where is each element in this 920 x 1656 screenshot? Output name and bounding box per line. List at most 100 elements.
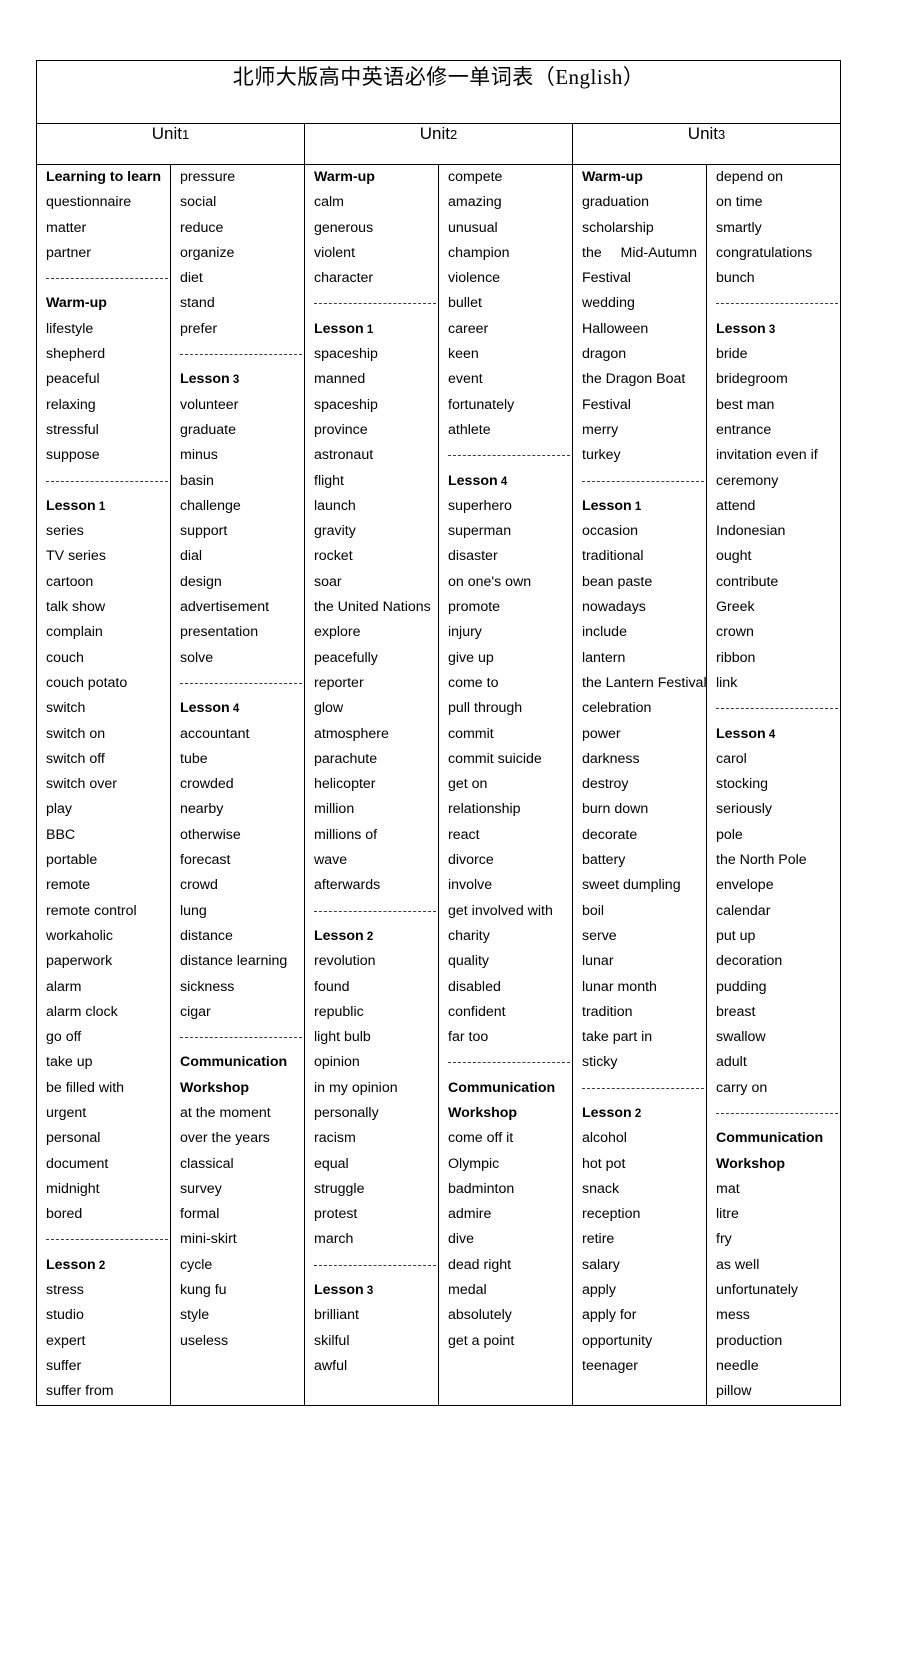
vocabulary-entry: accountant: [180, 725, 250, 742]
vocabulary-entry: volunteer: [180, 396, 239, 413]
section-heading: Warm-up: [314, 169, 375, 185]
vocabulary-entry: pillow: [716, 1383, 752, 1400]
vocabulary-entry: congratulations: [716, 244, 813, 261]
document-page: 北师大版高中英语必修一单词表（English） Unit1 Unit2 Unit…: [0, 0, 920, 1656]
section-heading: Lesson 1: [37, 494, 170, 519]
vocabulary-entry: smartly: [716, 219, 762, 236]
dashed-rule: [46, 278, 168, 280]
vocabulary-entry: skilful: [314, 1332, 350, 1349]
lesson-number: 4: [229, 703, 240, 716]
vocabulary-entry: come off it: [448, 1130, 514, 1147]
section-separator: [37, 469, 170, 494]
document-title: 北师大版高中英语必修一单词表（English）: [35, 60, 842, 124]
vocabulary-entry: superhero: [448, 497, 512, 514]
vocabulary-entry: champion: [448, 244, 510, 261]
vocabulary-entry: scholarship: [582, 219, 654, 236]
word-list: compete amazing unusual champion violence bul…: [439, 165, 572, 1354]
lesson-number: 4: [765, 728, 776, 741]
vocabulary-entry: be filled with: [46, 1079, 125, 1096]
section-separator: [305, 291, 438, 316]
vocabulary-entry: calm: [314, 194, 344, 211]
vocabulary-entry: needle: [716, 1357, 759, 1374]
vocabulary-entry: reporter: [314, 674, 364, 691]
vocabulary-entry: burn down: [582, 801, 649, 818]
vocabulary-entry: light bulb: [314, 1029, 371, 1046]
lesson-label: Lesson: [180, 371, 230, 388]
vocabulary-entry: organize: [180, 244, 235, 261]
vocabulary-entry: carol: [716, 750, 747, 767]
dashed-rule: [582, 1087, 704, 1089]
vocabulary-entry: dead right: [448, 1256, 512, 1273]
vocabulary-entry: cartoon: [46, 573, 94, 590]
section-separator: [707, 696, 840, 721]
section-separator: [37, 266, 170, 291]
vocabulary-entry: kung fu: [180, 1282, 227, 1299]
vocabulary-entry: on one's own: [448, 573, 532, 590]
dashed-rule: [180, 682, 302, 684]
vocabulary-entry: million: [314, 801, 355, 818]
word-list: pressure social reduce organize diet stand pre…: [171, 165, 304, 1354]
vocabulary-entry: launch: [314, 497, 356, 514]
vocabulary-entry: minus: [180, 447, 218, 464]
vocabulary-entry: pull through: [448, 700, 523, 717]
vocabulary-entry: crowd: [180, 877, 218, 894]
vocabulary-entry: spaceship: [314, 396, 378, 413]
vocabulary-entry: charity: [448, 927, 490, 944]
vocabulary-entry: commit: [448, 725, 494, 742]
section-separator: [573, 469, 706, 494]
vocabulary-entry: Halloween: [582, 320, 649, 337]
vocabulary-entry: get involved with: [448, 902, 553, 919]
vocabulary-entry: millions of: [314, 826, 378, 843]
vocabulary-entry: put up: [716, 927, 756, 944]
vocabulary-entry: fry: [716, 1231, 732, 1248]
vocabulary-entry: suffer: [46, 1357, 82, 1374]
vocabulary-entry: injury: [448, 624, 482, 641]
lesson-label: Lesson: [448, 472, 498, 489]
word-list: Warm-up calm generous violent character Lesso…: [305, 165, 438, 1379]
vocabulary-entry: attend: [716, 497, 756, 514]
section-separator: [37, 1227, 170, 1252]
vocabulary-entry: include: [582, 624, 627, 641]
vocabulary-entry: stand: [180, 295, 215, 312]
vocabulary-entry: seriously: [716, 801, 772, 818]
section-separator: [305, 1253, 438, 1278]
vocabulary-entry: on time: [716, 194, 763, 211]
section-heading: Warm-up: [46, 295, 107, 312]
dashed-rule: [314, 303, 436, 305]
section-heading: Learning to learn: [46, 169, 162, 185]
section-separator: [573, 1076, 706, 1101]
vocabulary-entry: decoration: [716, 953, 783, 970]
vocabulary-entry: spaceship: [314, 346, 378, 363]
vocabulary-entry: pudding: [716, 978, 767, 995]
title-row: 北师大版高中英语必修一单词表（English）: [35, 60, 842, 124]
vocabulary-entry: absolutely: [448, 1307, 512, 1324]
vocabulary-entry: celebration: [582, 700, 652, 717]
vocabulary-entry: series: [46, 523, 84, 540]
dashed-rule: [314, 910, 436, 912]
vocab-column-unit3-col2: depend on on time smartly congratulations bu…: [705, 164, 842, 1406]
section-heading: Communication: [448, 1079, 556, 1096]
vocabulary-entry: stressful: [46, 421, 99, 438]
vocabulary-entry: admire: [448, 1206, 492, 1223]
section-heading: Lesson 4: [439, 469, 572, 494]
vocabulary-entry: opinion: [314, 1054, 360, 1071]
vocabulary-entry: get on: [448, 776, 488, 793]
vocabulary-entry: at the moment: [180, 1104, 271, 1121]
vocabulary-entry: remote control: [46, 902, 137, 919]
lesson-label: Lesson: [582, 497, 632, 514]
unit-number-3: 3: [718, 127, 726, 142]
unit-number-1: 1: [182, 127, 190, 142]
vocabulary-entry: matter: [46, 219, 87, 236]
vocabulary-body-row: Learning to learn questionnaire matter part…: [36, 164, 842, 1406]
lesson-number: 3: [363, 1285, 374, 1298]
vocabulary-entry: apply: [582, 1282, 616, 1299]
vocabulary-entry: midnight: [46, 1180, 100, 1197]
section-heading: Lesson 2: [573, 1101, 706, 1126]
vocabulary-entry: workaholic: [46, 927, 114, 944]
vocabulary-entry: design: [180, 573, 222, 590]
vocabulary-entry: take part in: [582, 1029, 653, 1046]
section-heading: Workshop: [716, 1155, 786, 1172]
vocabulary-entry: breast: [716, 1003, 756, 1020]
vocabulary-entry: protest: [314, 1206, 358, 1223]
lesson-label: Lesson: [314, 1282, 364, 1299]
